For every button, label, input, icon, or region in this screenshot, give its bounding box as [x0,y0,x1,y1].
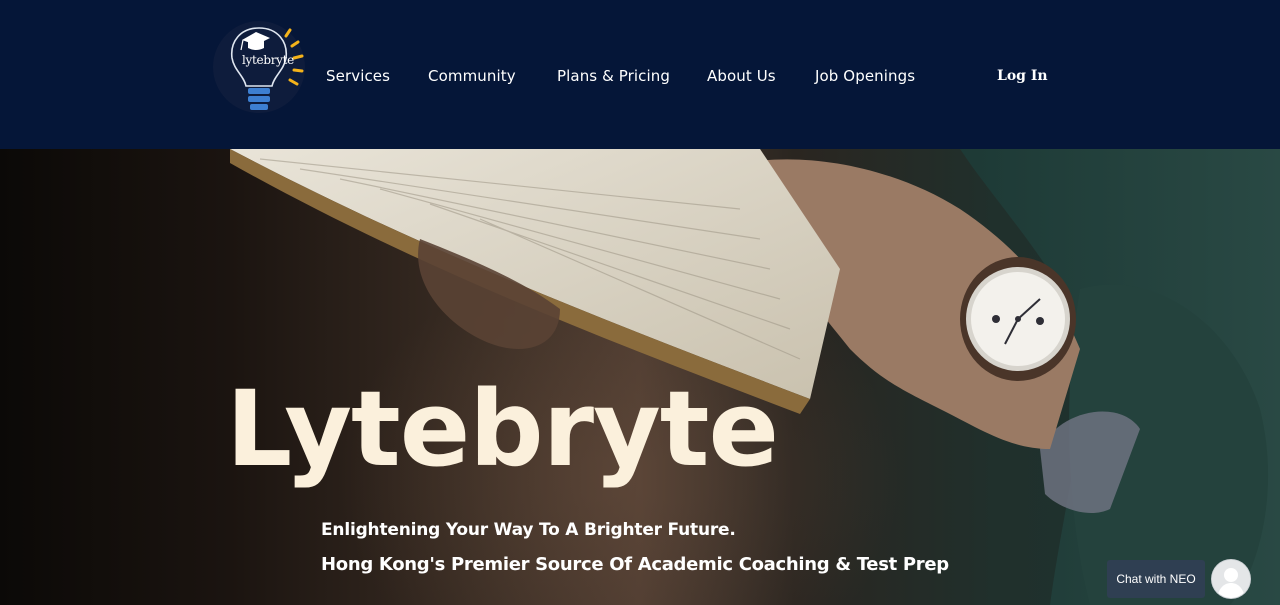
chat-avatar[interactable] [1212,560,1250,598]
user-avatar-icon [1212,560,1250,598]
nav-about-us[interactable]: About Us [707,66,776,86]
site-header: lytebryte Services Community Plans & Pri… [0,0,1280,149]
login-button[interactable]: Log In [997,66,1048,86]
nav-job-openings[interactable]: Job Openings [815,66,915,86]
nav-plans-pricing[interactable]: Plans & Pricing [557,66,670,86]
hero-subtitle: Hong Kong's Premier Source Of Academic C… [321,554,949,575]
hero-title: Lytebryte [226,368,779,490]
hero-section: Lytebryte Enlightening Your Way To A Bri… [0,149,1280,605]
hero-tagline: Enlightening Your Way To A Brighter Futu… [321,520,736,540]
nav-community[interactable]: Community [428,66,516,86]
chat-with-neo-button[interactable]: Chat with NEO [1107,560,1205,598]
nav-services[interactable]: Services [326,66,390,86]
main-nav: Services Community Plans & Pricing About… [0,0,1280,149]
